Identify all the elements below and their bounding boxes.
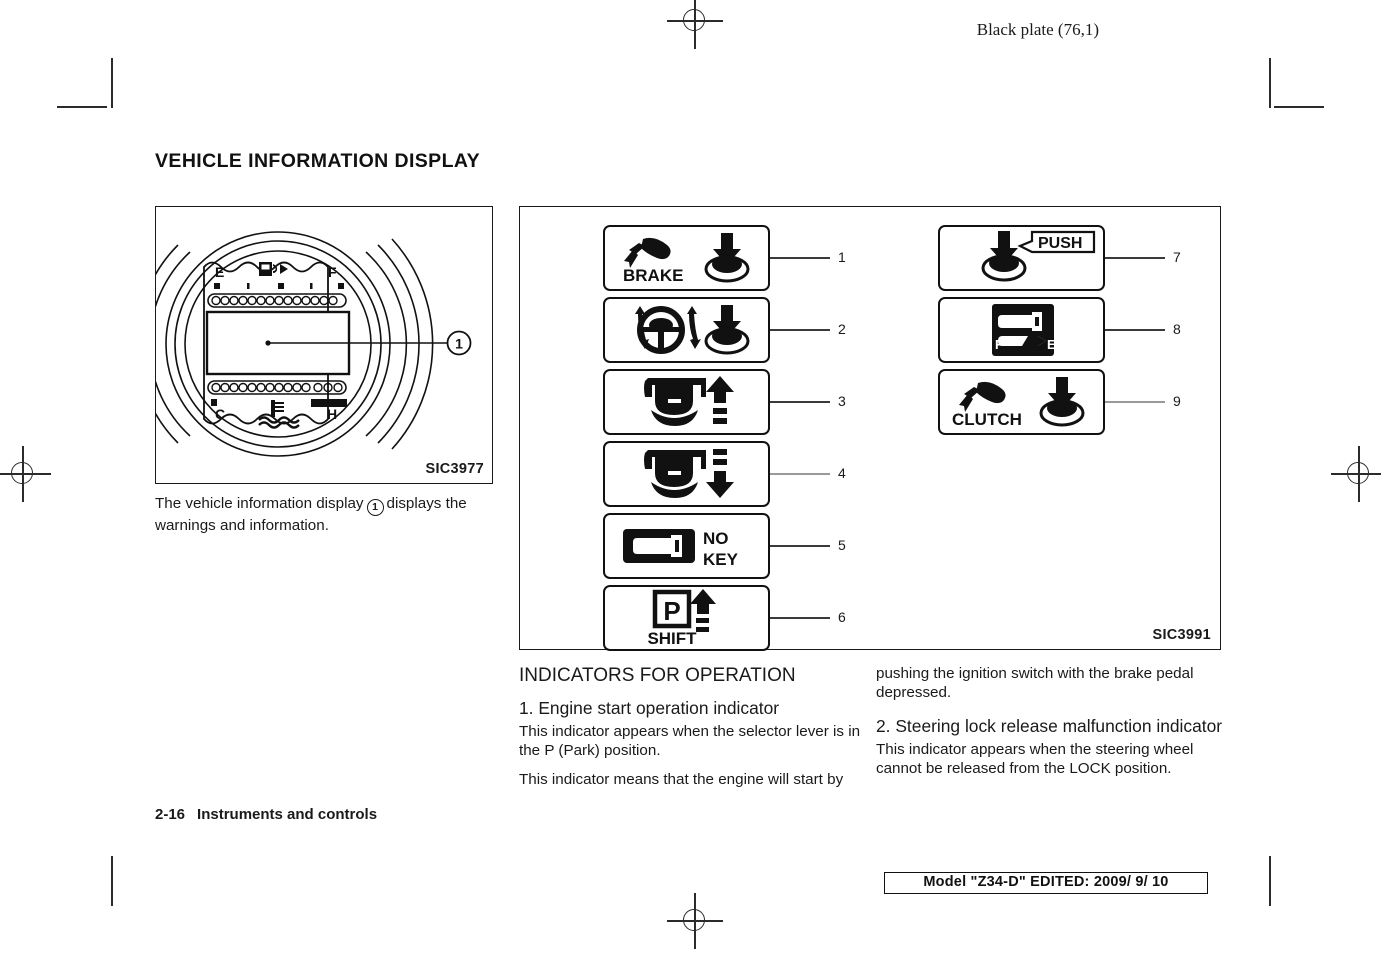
leader-number-5: 5	[838, 537, 846, 553]
indicators-section-heading: INDICATORS FOR OPERATION	[519, 665, 796, 686]
figure-id-indicators: SIC3991	[1152, 627, 1211, 643]
leader-line-4	[770, 473, 830, 475]
steering-wheel-push-start-icon	[634, 305, 749, 355]
key-battery-low-icon: F E	[991, 304, 1056, 356]
item1-paragraph-1: This indicator appears when the selector…	[519, 723, 861, 759]
svg-text:NO: NO	[703, 529, 729, 548]
figure-indicators: BRAKE 1 2 3 4 NO KEY 5 P SHIFT 6 PUSH 7 …	[519, 206, 1221, 651]
indicator-tile-7: PUSH	[938, 225, 1105, 291]
svg-text:H: H	[327, 406, 337, 422]
svg-text:1: 1	[455, 336, 463, 352]
leader-line-6	[770, 617, 830, 619]
item1-heading: 1. Engine start operation indicator	[519, 698, 780, 718]
leader-number-7: 7	[1173, 249, 1181, 265]
leader-line-3	[770, 401, 830, 403]
leader-line-8	[1105, 329, 1165, 331]
shift-lever-up-icon	[643, 376, 734, 426]
clutch-pedal-push-start-icon: CLUTCH	[952, 377, 1084, 429]
leader-number-6: 6	[838, 609, 846, 625]
temperature-gauge-segments	[207, 380, 347, 395]
indicator-tile-6: P SHIFT	[603, 585, 770, 651]
registration-mark-left	[0, 446, 51, 502]
registration-mark-bottom	[667, 893, 723, 949]
registration-mark-top	[667, 0, 723, 49]
caption-text-before: The vehicle information display	[155, 495, 364, 512]
svg-text:E: E	[215, 264, 224, 280]
svg-text:E: E	[1047, 337, 1056, 352]
caption-callout-1: 1	[366, 499, 384, 516]
crop-mark-bottom-right-v	[1269, 856, 1271, 906]
svg-text:CLUTCH: CLUTCH	[952, 410, 1022, 429]
leader-number-1: 1	[838, 249, 846, 265]
leader-line-5	[770, 545, 830, 547]
leader-number-9: 9	[1173, 393, 1181, 409]
callout-circle-1: 1	[446, 330, 472, 356]
svg-text:F: F	[328, 264, 337, 280]
crop-mark-bottom-left-v	[111, 856, 113, 906]
body-column-right: pushing the ignition switch with the bra…	[876, 664, 1223, 791]
crop-mark-top-left-h	[57, 106, 107, 108]
leader-line-1	[770, 257, 830, 259]
indicator-tile-8: F E	[938, 297, 1105, 363]
model-edition-stamp: Model "Z34-D" EDITED: 2009/ 9/ 10	[884, 872, 1208, 894]
leader-number-2: 2	[838, 321, 846, 337]
body-column-left: INDICATORS FOR OPERATION 1. Engine start…	[519, 664, 866, 802]
leader-number-8: 8	[1173, 321, 1181, 337]
meter-caption: The vehicle information display 1 displays…	[155, 494, 500, 535]
footer-page-number: 2-16	[155, 806, 186, 823]
indicator-tile-3	[603, 369, 770, 435]
leader-line-2	[770, 329, 830, 331]
leader-line-9	[1105, 401, 1165, 403]
svg-text:BRAKE: BRAKE	[623, 266, 683, 285]
item2-paragraph-1: This indicator appears when the steering…	[876, 741, 1194, 777]
push-ignition-switch-icon: PUSH	[981, 230, 1095, 282]
indicator-tile-1: BRAKE	[603, 225, 770, 291]
leader-number-3: 3	[838, 393, 846, 409]
meter-cluster-illustration: E F C H 1	[156, 231, 472, 457]
indicator-tile-5: NO KEY	[603, 513, 770, 579]
brake-pedal-push-start-icon: BRAKE	[623, 233, 749, 285]
page-title: VEHICLE INFORMATION DISPLAY	[155, 150, 480, 172]
fuel-gauge-segments	[207, 293, 347, 308]
no-key-icon: NO KEY	[622, 529, 739, 569]
indicator-tile-2	[603, 297, 770, 363]
leader-line-7	[1105, 257, 1165, 259]
crop-mark-top-left-v	[111, 58, 113, 108]
manual-page: Black plate (76,1) VEHICLE INFORMATION D…	[0, 0, 1381, 954]
indicator-tile-9: CLUTCH	[938, 369, 1105, 435]
svg-text:P: P	[663, 596, 680, 626]
crop-mark-top-right-h	[1274, 106, 1324, 108]
svg-text:F: F	[995, 337, 1003, 352]
crop-mark-top-right-v	[1269, 58, 1271, 108]
item1-paragraph-2-continued: pushing the ignition switch with the bra…	[876, 665, 1194, 701]
svg-text:C: C	[215, 406, 225, 422]
footer-chapter-title: Instruments and controls	[197, 806, 378, 823]
svg-text:KEY: KEY	[703, 550, 739, 569]
registration-mark-right	[1331, 446, 1381, 502]
svg-text:SHIFT: SHIFT	[647, 629, 697, 648]
figure-id-meter: SIC3977	[425, 461, 484, 477]
leader-number-4: 4	[838, 465, 846, 481]
figure-meter-cluster: E F C H 1 SIC3977	[155, 206, 493, 484]
indicator-tile-4	[603, 441, 770, 507]
item2-heading: 2. Steering lock release malfunction ind…	[876, 716, 1223, 736]
item1-paragraph-2: This indicator means that the engine wil…	[519, 771, 844, 788]
black-plate-label: Black plate (76,1)	[976, 20, 1099, 39]
shift-to-park-icon: P SHIFT	[647, 589, 716, 648]
page-footer: 2-16 Instruments and controls	[155, 806, 377, 823]
svg-text:PUSH: PUSH	[1038, 235, 1082, 252]
shift-lever-down-icon	[643, 449, 734, 498]
